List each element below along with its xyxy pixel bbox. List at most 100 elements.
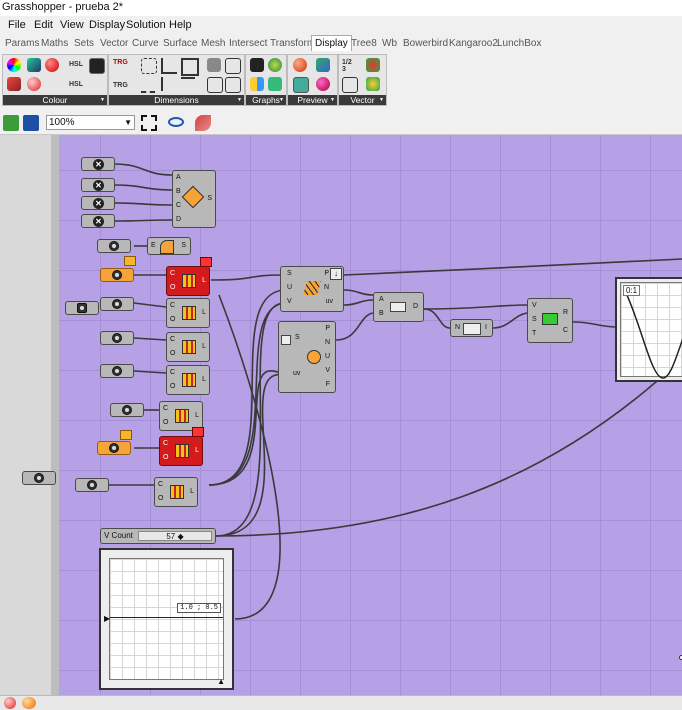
v-count-slider[interactable]: V Count 57 ◆ xyxy=(100,528,216,544)
tab-curve[interactable]: Curve xyxy=(132,38,159,49)
display-geometry-icon[interactable] xyxy=(316,58,330,72)
param-number-3[interactable] xyxy=(100,331,134,345)
tab-vector[interactable]: Vector xyxy=(100,38,128,49)
grasshopper-canvas[interactable]: ✕ ✕ ✕ ✕ A B C D S E S C O L C O L C O L xyxy=(59,135,682,695)
component-abcd[interactable]: A B C D S xyxy=(172,170,216,228)
dimension-ordinate-icon[interactable] xyxy=(225,77,241,93)
component-vst[interactable]: V S T R C xyxy=(527,298,573,343)
component-suv-surface[interactable]: S U V P N uv ↓ xyxy=(280,266,344,312)
dimension-text-icon[interactable] xyxy=(207,58,221,72)
dot-display-icon[interactable] xyxy=(316,77,330,91)
vector-text-icon[interactable]: 1/2 3 xyxy=(342,59,352,73)
component-co-3[interactable]: C O L xyxy=(166,332,210,362)
tab-transform[interactable]: Transform xyxy=(270,38,315,49)
tab-wb[interactable]: Wb xyxy=(382,38,397,49)
status-sphere-icon[interactable] xyxy=(4,697,16,709)
bar-graph-icon[interactable] xyxy=(250,77,264,91)
tab-lunchbox[interactable]: LunchBox xyxy=(497,38,541,49)
dimension-marker-icon[interactable] xyxy=(207,77,223,93)
colour-swatch-icon[interactable] xyxy=(27,58,41,72)
menu-edit[interactable]: Edit xyxy=(34,19,53,31)
zoom-extents-icon[interactable] xyxy=(141,115,157,131)
hsl-split-icon[interactable]: HSL xyxy=(69,81,83,88)
ribbon-label-vector[interactable]: Vector xyxy=(339,95,386,105)
dimension-box-icon[interactable] xyxy=(181,58,199,76)
arrow-down-icon[interactable]: ↓ xyxy=(330,268,342,280)
gradient-graph-icon[interactable] xyxy=(89,58,105,74)
component-evaluate-surface[interactable]: S uv P N U V F xyxy=(278,321,336,393)
component-co-2[interactable]: C O L xyxy=(166,298,210,328)
ribbon-label-preview[interactable]: Preview xyxy=(288,95,337,105)
menu-file[interactable]: File xyxy=(8,19,26,31)
cloud-display-icon[interactable] xyxy=(293,77,309,93)
param-x-1[interactable]: ✕ xyxy=(81,157,115,171)
component-ni[interactable]: N I xyxy=(450,319,493,337)
component-co-4[interactable]: C O L xyxy=(166,365,210,395)
component-es[interactable]: E S xyxy=(147,237,191,255)
zoom-dropdown[interactable]: 100% ▼ xyxy=(46,115,135,130)
dimension-angle-icon[interactable] xyxy=(161,58,177,74)
param-number-6[interactable] xyxy=(75,478,109,492)
tab-params[interactable]: Params xyxy=(5,38,39,49)
tab-tree8[interactable]: Tree8 xyxy=(351,38,377,49)
colour-sphere-icon[interactable] xyxy=(45,58,59,72)
tab-maths[interactable]: Maths xyxy=(41,38,68,49)
tab-intersect[interactable]: Intersect xyxy=(229,38,267,49)
param-orange-2[interactable] xyxy=(97,441,131,455)
tab-kangaroo2[interactable]: Kangaroo2 xyxy=(449,38,498,49)
vector-arrows-icon[interactable] xyxy=(366,77,380,91)
menu-display[interactable]: Display xyxy=(89,19,125,31)
point-list-icon[interactable] xyxy=(342,77,358,93)
param-left-outside[interactable] xyxy=(22,471,56,485)
menu-solution[interactable]: Solution xyxy=(126,19,166,31)
dimension-aligned-icon[interactable] xyxy=(141,77,155,93)
vector-display-icon[interactable] xyxy=(366,58,380,72)
component-co-6[interactable]: C O L xyxy=(154,477,198,507)
param-number-2[interactable] xyxy=(100,297,134,311)
dimension-linear-icon[interactable] xyxy=(141,58,157,74)
dimension-radius-icon[interactable] xyxy=(161,77,177,91)
hsl-icon[interactable]: HSL xyxy=(69,61,83,68)
save-file-icon[interactable] xyxy=(23,115,39,131)
param-hex[interactable] xyxy=(65,301,99,315)
component-co-error-2[interactable]: C O L xyxy=(159,436,203,466)
graph-mapper-right[interactable]: 0:1 xyxy=(615,277,682,382)
tab-surface[interactable]: Surface xyxy=(163,38,197,49)
open-file-icon[interactable] xyxy=(3,115,19,131)
component-co-error-1[interactable]: C O L xyxy=(166,266,210,296)
component-ab-distance[interactable]: A B D xyxy=(373,292,424,322)
graph-mapper-icon[interactable] xyxy=(250,58,264,72)
param-number-1[interactable] xyxy=(97,239,131,253)
tab-display[interactable]: Display xyxy=(311,35,352,51)
tab-bowerbird[interactable]: Bowerbird xyxy=(403,38,448,49)
param-number-5[interactable] xyxy=(110,403,144,417)
sketch-pen-icon[interactable] xyxy=(195,115,211,131)
line-graph-icon[interactable] xyxy=(268,77,282,91)
menu-help[interactable]: Help xyxy=(169,19,192,31)
graph-mapper-bottom[interactable]: 1.0 ; 0.5 ▶ ▲ xyxy=(99,548,234,690)
trg-bottom-icon[interactable]: TRG xyxy=(113,82,128,89)
param-orange-1[interactable] xyxy=(100,268,134,282)
colour-wheel-icon[interactable] xyxy=(7,58,21,72)
ribbon-label-graphs[interactable]: Graphs xyxy=(246,95,286,105)
colour-rgb-icon[interactable] xyxy=(7,77,21,91)
pie-chart-icon[interactable] xyxy=(268,58,282,72)
number-param-icon xyxy=(112,333,122,343)
menu-view[interactable]: View xyxy=(60,19,84,31)
trg-top-icon[interactable]: TRG xyxy=(113,59,128,66)
tab-mesh[interactable]: Mesh xyxy=(201,38,225,49)
dimension-arc-icon[interactable] xyxy=(181,77,195,93)
slider-track[interactable]: 57 ◆ xyxy=(138,531,212,541)
param-number-4[interactable] xyxy=(100,364,134,378)
param-x-3[interactable]: ✕ xyxy=(81,196,115,210)
param-x-2[interactable]: ✕ xyxy=(81,178,115,192)
preview-eye-icon[interactable] xyxy=(168,117,184,127)
dimension-tag-icon[interactable] xyxy=(225,58,241,74)
ribbon-label-dimensions[interactable]: Dimensions xyxy=(109,95,244,105)
custom-preview-icon[interactable] xyxy=(293,58,307,72)
colour-ball-icon[interactable] xyxy=(27,77,41,91)
param-x-4[interactable]: ✕ xyxy=(81,214,115,228)
ribbon-label-colour[interactable]: Colour xyxy=(3,95,107,105)
status-orange-icon[interactable] xyxy=(22,697,36,709)
tab-sets[interactable]: Sets xyxy=(74,38,94,49)
